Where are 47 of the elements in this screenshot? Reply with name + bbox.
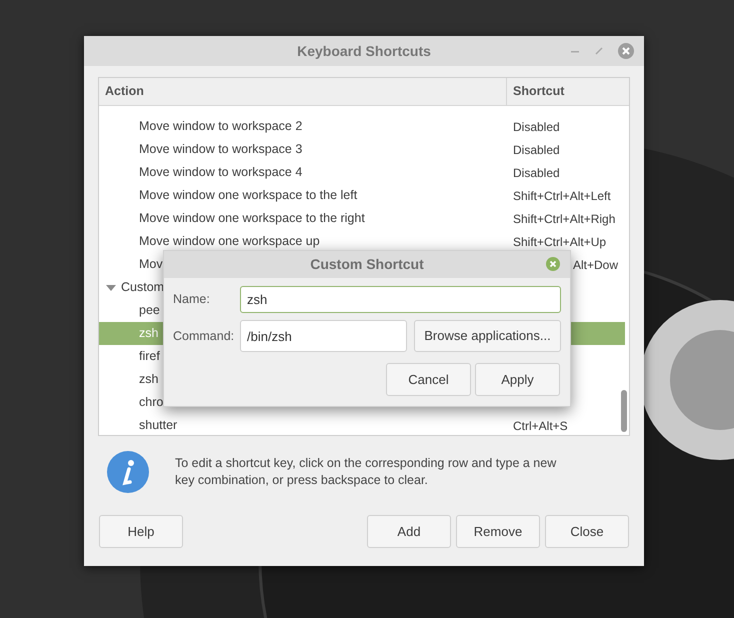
- shortcut-cell-text: Disabled: [512, 118, 560, 136]
- expander-triangle-icon[interactable]: [106, 284, 116, 292]
- table-row[interactable]: shutter Ctrl+Alt+S: [99, 414, 625, 435]
- action-cell: firef: [139, 349, 160, 364]
- info-text: To edit a shortcut key, click on the corresponding row and type a new key combination, or press backspace to clear.: [175, 455, 558, 489]
- action-cell: shutter: [139, 418, 178, 432]
- action-cell: Move window to workspace 2: [139, 119, 302, 134]
- table-row[interactable]: Move window to workspace 4 Disabled: [99, 161, 625, 184]
- shortcut-cell-text: Shift+Ctrl+Alt+Up: [512, 234, 606, 250]
- close-icon[interactable]: [618, 43, 634, 59]
- action-cell: Move window one workspace to the right: [139, 211, 365, 226]
- shortcut-cell-text: Disabled: [512, 142, 560, 158]
- command-label: Command:: [173, 328, 236, 345]
- dialog-button[interactable]: Cancel: [386, 363, 471, 396]
- shortcut-cell-text: Shift+Ctrl+Alt+Left: [512, 188, 611, 204]
- action-cell: zsh: [139, 326, 158, 340]
- dialog-button[interactable]: Close: [545, 515, 629, 548]
- table-row[interactable]: Move window one workspace to the right Shift+Ctrl+Alt+Righ: [99, 207, 625, 230]
- browse-button[interactable]: Browse applications...: [414, 320, 561, 352]
- window-title: Keyboard Shortcuts: [297, 42, 431, 61]
- shortcut-cell-text: Disabled: [512, 164, 560, 182]
- shortcut-cell-text: Ctrl+Alt+S: [512, 418, 568, 434]
- column-header[interactable]: Action: [105, 82, 144, 101]
- group-label: Custom: [121, 279, 164, 296]
- column-header[interactable]: Shortcut: [513, 82, 564, 101]
- dialog-button[interactable]: Apply: [475, 363, 560, 396]
- dialog-button[interactable]: Add: [367, 515, 451, 548]
- dialog-button[interactable]: Remove: [456, 515, 540, 548]
- shortcut-cell-text: Shift+Ctrl+Alt+Righ: [512, 210, 616, 228]
- table-row[interactable]: Move window to workspace 3 Disabled: [99, 138, 625, 161]
- table-row[interactable]: Move window to workspace 2 Disabled: [99, 115, 625, 138]
- table-row[interactable]: Move window one workspace to the left Shift+Ctrl+Alt+Left: [99, 184, 625, 207]
- action-cell: Move window one workspace to the left: [139, 188, 358, 202]
- maximize-icon[interactable]: [594, 46, 604, 56]
- command-field[interactable]: /bin/zsh: [240, 320, 407, 352]
- name-label: Name:: [173, 291, 211, 308]
- action-cell: Move window to workspace 4: [139, 165, 302, 180]
- dialog-title: Custom Shortcut: [310, 255, 424, 274]
- info-icon: [107, 451, 149, 493]
- action-cell: chro: [139, 395, 164, 410]
- table-row[interactable]: Move window one workspace up Shift+Ctrl+Alt+Up: [99, 230, 625, 253]
- scrollbar-thumb[interactable]: [621, 390, 627, 432]
- close-icon[interactable]: [546, 257, 560, 271]
- action-cell: Move window one workspace up: [139, 234, 320, 248]
- name-field[interactable]: zsh: [240, 286, 561, 313]
- action-cell: Move window to workspace 3: [139, 142, 302, 156]
- dialog-button[interactable]: Help: [99, 515, 183, 548]
